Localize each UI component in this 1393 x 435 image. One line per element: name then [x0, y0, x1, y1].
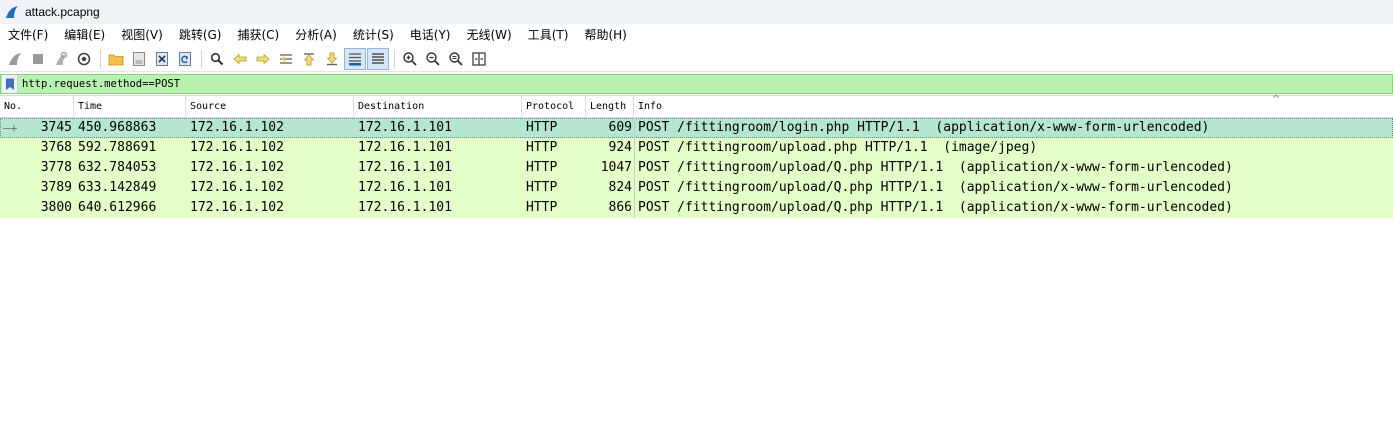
- cell-destination: 172.16.1.101: [358, 200, 452, 215]
- cell-time: 640.612966: [78, 200, 157, 215]
- menu-go[interactable]: 跳转(G): [171, 24, 230, 46]
- cell-destination: 172.16.1.101: [358, 120, 452, 135]
- zoom-normal-icon[interactable]: [445, 48, 467, 70]
- column-divider: [634, 198, 635, 218]
- title-bar: attack.pcapng: [0, 0, 1393, 24]
- cell-no: 3745: [40, 120, 72, 135]
- cell-no: 3800: [40, 200, 72, 215]
- menu-telephony[interactable]: 电话(Y): [402, 24, 459, 46]
- column-header-protocol[interactable]: Protocol: [522, 96, 586, 118]
- find-magnifier-icon[interactable]: [206, 48, 228, 70]
- wireshark-fin-icon: [6, 6, 18, 18]
- toolbar-separator: [394, 49, 395, 68]
- cell-info: POST /fittingroom/upload.php HTTP/1.1 (i…: [638, 140, 1038, 155]
- menu-view[interactable]: 视图(V): [113, 24, 171, 46]
- resize-columns-icon[interactable]: [468, 48, 490, 70]
- cell-source: 172.16.1.102: [190, 160, 284, 175]
- menu-edit[interactable]: 编辑(E): [56, 24, 113, 46]
- menu-analyze[interactable]: 分析(A): [287, 24, 345, 46]
- cell-destination: 172.16.1.101: [358, 140, 452, 155]
- column-header-destination[interactable]: Destination: [354, 96, 522, 118]
- cell-no: 3768: [40, 140, 72, 155]
- go-forward-arrow-icon[interactable]: [252, 48, 274, 70]
- cell-protocol: HTTP: [526, 120, 558, 135]
- cell-info: POST /fittingroom/upload/Q.php HTTP/1.1 …: [638, 160, 1233, 175]
- save-file-icon[interactable]: [128, 48, 150, 70]
- table-row[interactable]: 3768 592.788691 172.16.1.102 172.16.1.10…: [0, 138, 1393, 158]
- shark-fin-start-icon[interactable]: [4, 48, 26, 70]
- cell-length: 824: [608, 180, 632, 195]
- column-header-source[interactable]: Source: [186, 96, 354, 118]
- cell-no: 3778: [40, 160, 72, 175]
- stop-square-icon[interactable]: [27, 48, 49, 70]
- colorize-list-icon[interactable]: [367, 47, 389, 70]
- table-row[interactable]: —+ 3745 450.968863 172.16.1.102 172.16.1…: [0, 118, 1393, 138]
- cell-source: 172.16.1.102: [190, 200, 284, 215]
- cell-info: POST /fittingroom/upload/Q.php HTTP/1.1 …: [638, 200, 1233, 215]
- menu-wireless[interactable]: 无线(W): [459, 24, 520, 46]
- zoom-in-icon[interactable]: [399, 48, 421, 70]
- toolbar-separator: [100, 49, 101, 68]
- cell-length: 924: [608, 140, 632, 155]
- cell-time: 633.142849: [78, 180, 157, 195]
- cell-destination: 172.16.1.101: [358, 180, 452, 195]
- cell-info: POST /fittingroom/upload/Q.php HTTP/1.1 …: [638, 180, 1233, 195]
- packet-list-header: No. Time Source Destination Protocol Len…: [0, 94, 1393, 118]
- cell-source: 172.16.1.102: [190, 120, 284, 135]
- menu-file[interactable]: 文件(F): [0, 24, 56, 46]
- sort-caret-icon: ^: [1272, 94, 1281, 105]
- cell-source: 172.16.1.102: [190, 140, 284, 155]
- menu-statistics[interactable]: 统计(S): [345, 24, 402, 46]
- column-header-length[interactable]: Length: [586, 96, 634, 118]
- menu-capture[interactable]: 捕获(C): [229, 24, 287, 46]
- open-folder-icon[interactable]: [105, 48, 127, 70]
- column-divider: [634, 158, 635, 178]
- close-file-icon[interactable]: [151, 48, 173, 70]
- menu-bar: 文件(F) 编辑(E) 视图(V) 跳转(G) 捕获(C) 分析(A) 统计(S…: [0, 24, 1393, 46]
- go-to-packet-icon[interactable]: [275, 48, 297, 70]
- menu-help[interactable]: 帮助(H): [576, 24, 634, 46]
- column-divider: [634, 138, 635, 158]
- table-row[interactable]: 3800 640.612966 172.16.1.102 172.16.1.10…: [0, 198, 1393, 218]
- packet-list: No. Time Source Destination Protocol Len…: [0, 94, 1393, 435]
- capture-options-gear-icon[interactable]: [73, 48, 95, 70]
- display-filter-input[interactable]: [18, 75, 1392, 93]
- cell-time: 592.788691: [78, 140, 157, 155]
- go-first-packet-icon[interactable]: [298, 48, 320, 70]
- cell-length: 1047: [600, 160, 632, 175]
- cell-length: 609: [608, 120, 632, 135]
- cell-protocol: HTTP: [526, 180, 558, 195]
- cell-info: POST /fittingroom/login.php HTTP/1.1 (ap…: [638, 120, 1210, 135]
- main-toolbar: [0, 46, 1393, 72]
- cell-protocol: HTTP: [526, 140, 558, 155]
- auto-scroll-icon[interactable]: [344, 47, 366, 70]
- column-header-time[interactable]: Time: [74, 96, 186, 118]
- cell-length: 866: [608, 200, 632, 215]
- display-filter-bar: [0, 74, 1393, 94]
- cell-destination: 172.16.1.101: [358, 160, 452, 175]
- cell-protocol: HTTP: [526, 160, 558, 175]
- column-divider: [634, 178, 635, 198]
- column-header-no[interactable]: No.: [0, 96, 74, 118]
- restart-fin-icon[interactable]: [50, 48, 72, 70]
- window-title: attack.pcapng: [25, 5, 100, 19]
- go-last-packet-icon[interactable]: [321, 48, 343, 70]
- cell-time: 450.968863: [78, 120, 157, 135]
- column-divider: [634, 118, 635, 138]
- toolbar-separator: [201, 49, 202, 68]
- zoom-out-icon[interactable]: [422, 48, 444, 70]
- cell-no: 3789: [40, 180, 72, 195]
- cell-time: 632.784053: [78, 160, 157, 175]
- cell-source: 172.16.1.102: [190, 180, 284, 195]
- go-back-arrow-icon[interactable]: [229, 48, 251, 70]
- table-row[interactable]: 3778 632.784053 172.16.1.102 172.16.1.10…: [0, 158, 1393, 178]
- filter-bookmark-icon[interactable]: [2, 75, 18, 93]
- menu-tools[interactable]: 工具(T): [520, 24, 577, 46]
- table-row[interactable]: 3789 633.142849 172.16.1.102 172.16.1.10…: [0, 178, 1393, 198]
- cell-protocol: HTTP: [526, 200, 558, 215]
- reload-file-icon[interactable]: [174, 48, 196, 70]
